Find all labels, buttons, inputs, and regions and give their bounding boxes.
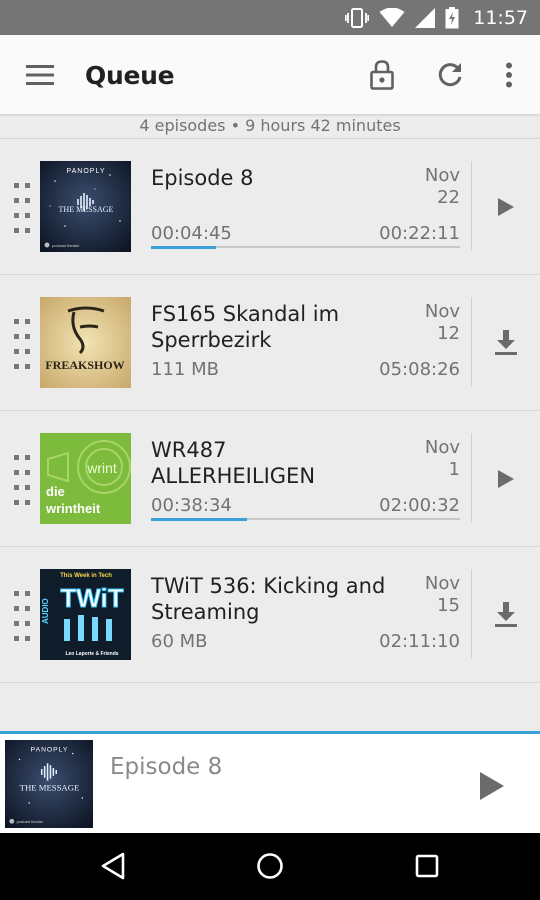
episode-title: Episode 8 xyxy=(151,166,254,190)
download-button[interactable] xyxy=(484,321,528,365)
episode-date: Nov 22 xyxy=(390,165,460,209)
row-divider xyxy=(471,161,472,251)
episode-duration: 00:22:11 xyxy=(379,223,460,244)
queue-row[interactable]: FREAKSHOW FS165 Skandal im Sperrbezirk N… xyxy=(0,275,540,411)
back-button[interactable] xyxy=(91,846,135,886)
svg-text:podcast theater: podcast theater xyxy=(17,820,44,824)
svg-text:THE MESSAGE: THE MESSAGE xyxy=(20,782,80,792)
episode-date-day: 1 xyxy=(448,459,460,480)
episode-progress-fill xyxy=(151,518,247,521)
mini-player-cover: PANOPLY THE MESSAGE podcast theater xyxy=(5,740,93,828)
app-bar: Queue xyxy=(0,35,540,115)
episode-size: 111 MB xyxy=(151,359,219,380)
menu-button[interactable] xyxy=(20,55,60,95)
queue-row[interactable]: PANOPLY THE MESSAGE podcast theater Epis… xyxy=(0,139,540,275)
episode-title: FS165 Skandal im Sperrbezirk xyxy=(151,302,340,352)
row-divider xyxy=(471,433,472,523)
play-icon xyxy=(480,772,504,800)
recents-button[interactable] xyxy=(405,846,449,886)
mini-player-title: Episode 8 xyxy=(110,754,223,780)
svg-text:This Week in Tech: This Week in Tech xyxy=(60,573,112,579)
refresh-icon xyxy=(438,63,462,87)
drag-handle-icon[interactable] xyxy=(14,455,32,505)
episode-date-month: Nov xyxy=(424,165,460,186)
drag-handle-icon[interactable] xyxy=(14,319,32,369)
overflow-menu-button[interactable] xyxy=(489,55,529,95)
wifi-icon xyxy=(379,7,405,27)
home-button[interactable] xyxy=(248,846,292,886)
svg-text:PANOPLY: PANOPLY xyxy=(66,168,105,175)
refresh-button[interactable] xyxy=(430,55,470,95)
svg-text:die: die xyxy=(46,484,65,499)
download-icon xyxy=(495,330,517,355)
episode-date-month: Nov xyxy=(424,437,460,458)
episode-size: 60 MB xyxy=(151,631,208,652)
episode-cover: FREAKSHOW xyxy=(40,297,131,388)
episode-date-month: Nov xyxy=(424,301,460,322)
vibrate-icon xyxy=(345,7,370,28)
episode-date-day: 12 xyxy=(437,323,460,344)
play-button[interactable] xyxy=(484,457,528,501)
episode-duration: 02:00:32 xyxy=(379,495,460,516)
mini-player-play-button[interactable] xyxy=(470,764,514,808)
lock-icon xyxy=(370,60,394,90)
episode-cover: PANOPLY THE MESSAGE podcast theater xyxy=(40,161,131,252)
play-icon xyxy=(498,470,514,488)
svg-text:wrintheit: wrintheit xyxy=(45,501,101,516)
mini-player[interactable]: PANOPLY THE MESSAGE podcast theater Epis… xyxy=(0,731,540,833)
episode-progress-bar xyxy=(151,246,460,249)
svg-text:FREAKSHOW: FREAKSHOW xyxy=(45,358,124,372)
episode-progress-fill xyxy=(151,246,216,249)
status-bar: 11:57 xyxy=(0,0,540,35)
system-nav-bar xyxy=(0,833,540,900)
overflow-icon xyxy=(506,62,512,88)
svg-text:wrint: wrint xyxy=(86,460,117,476)
svg-text:PANOPLY: PANOPLY xyxy=(31,747,69,754)
queue-row[interactable]: wrint die wrintheit WR487 ALLERHEILIGEN … xyxy=(0,411,540,547)
svg-text:TWiT: TWiT xyxy=(60,583,123,613)
signal-icon xyxy=(415,7,436,28)
queue-row[interactable]: This Week in Tech AUDIO TWiT Leo Laporte… xyxy=(0,547,540,683)
episode-progress-bar xyxy=(151,518,460,521)
episode-cover: This Week in Tech AUDIO TWiT Leo Laporte… xyxy=(40,569,131,660)
episode-date-month: Nov xyxy=(424,573,460,594)
page-title: Queue xyxy=(85,61,175,90)
battery-icon xyxy=(445,6,459,28)
row-divider xyxy=(471,569,472,659)
menu-icon xyxy=(26,65,54,85)
play-icon xyxy=(498,198,514,216)
status-icons: 11:57 xyxy=(345,0,528,35)
play-button[interactable] xyxy=(484,185,528,229)
drag-handle-icon[interactable] xyxy=(14,183,32,233)
episode-date: Nov 1 xyxy=(390,437,460,481)
download-button[interactable] xyxy=(484,593,528,637)
svg-text:podcast theater: podcast theater xyxy=(52,243,80,248)
lock-button[interactable] xyxy=(362,55,402,95)
queue-list: PANOPLY THE MESSAGE podcast theater Epis… xyxy=(0,139,540,683)
episode-title: WR487 ALLERHEILIGEN xyxy=(151,438,316,488)
download-icon xyxy=(495,602,517,627)
recents-icon xyxy=(415,854,439,878)
row-divider xyxy=(471,297,472,387)
svg-text:AUDIO: AUDIO xyxy=(41,598,50,624)
episode-duration: 02:11:10 xyxy=(379,631,460,652)
episode-date-day: 22 xyxy=(437,187,460,208)
episode-date-day: 15 xyxy=(437,595,460,616)
svg-text:THE MESSAGE: THE MESSAGE xyxy=(59,205,114,214)
episode-duration: 05:08:26 xyxy=(379,359,460,380)
queue-summary: 4 episodes • 9 hours 42 minutes xyxy=(0,115,540,139)
episode-date: Nov 12 xyxy=(390,301,460,345)
drag-handle-icon[interactable] xyxy=(14,591,32,641)
episode-date: Nov 15 xyxy=(390,573,460,617)
episode-cover: wrint die wrintheit xyxy=(40,433,131,524)
back-icon xyxy=(101,852,125,880)
svg-text:Leo Laporte & Friends: Leo Laporte & Friends xyxy=(65,651,118,657)
episode-position: 00:04:45 xyxy=(151,223,232,244)
home-icon xyxy=(257,853,283,879)
status-time: 11:57 xyxy=(473,6,528,29)
episode-position: 00:38:34 xyxy=(151,495,232,516)
episode-title: TWiT 536: Kicking and Streaming xyxy=(151,574,386,624)
